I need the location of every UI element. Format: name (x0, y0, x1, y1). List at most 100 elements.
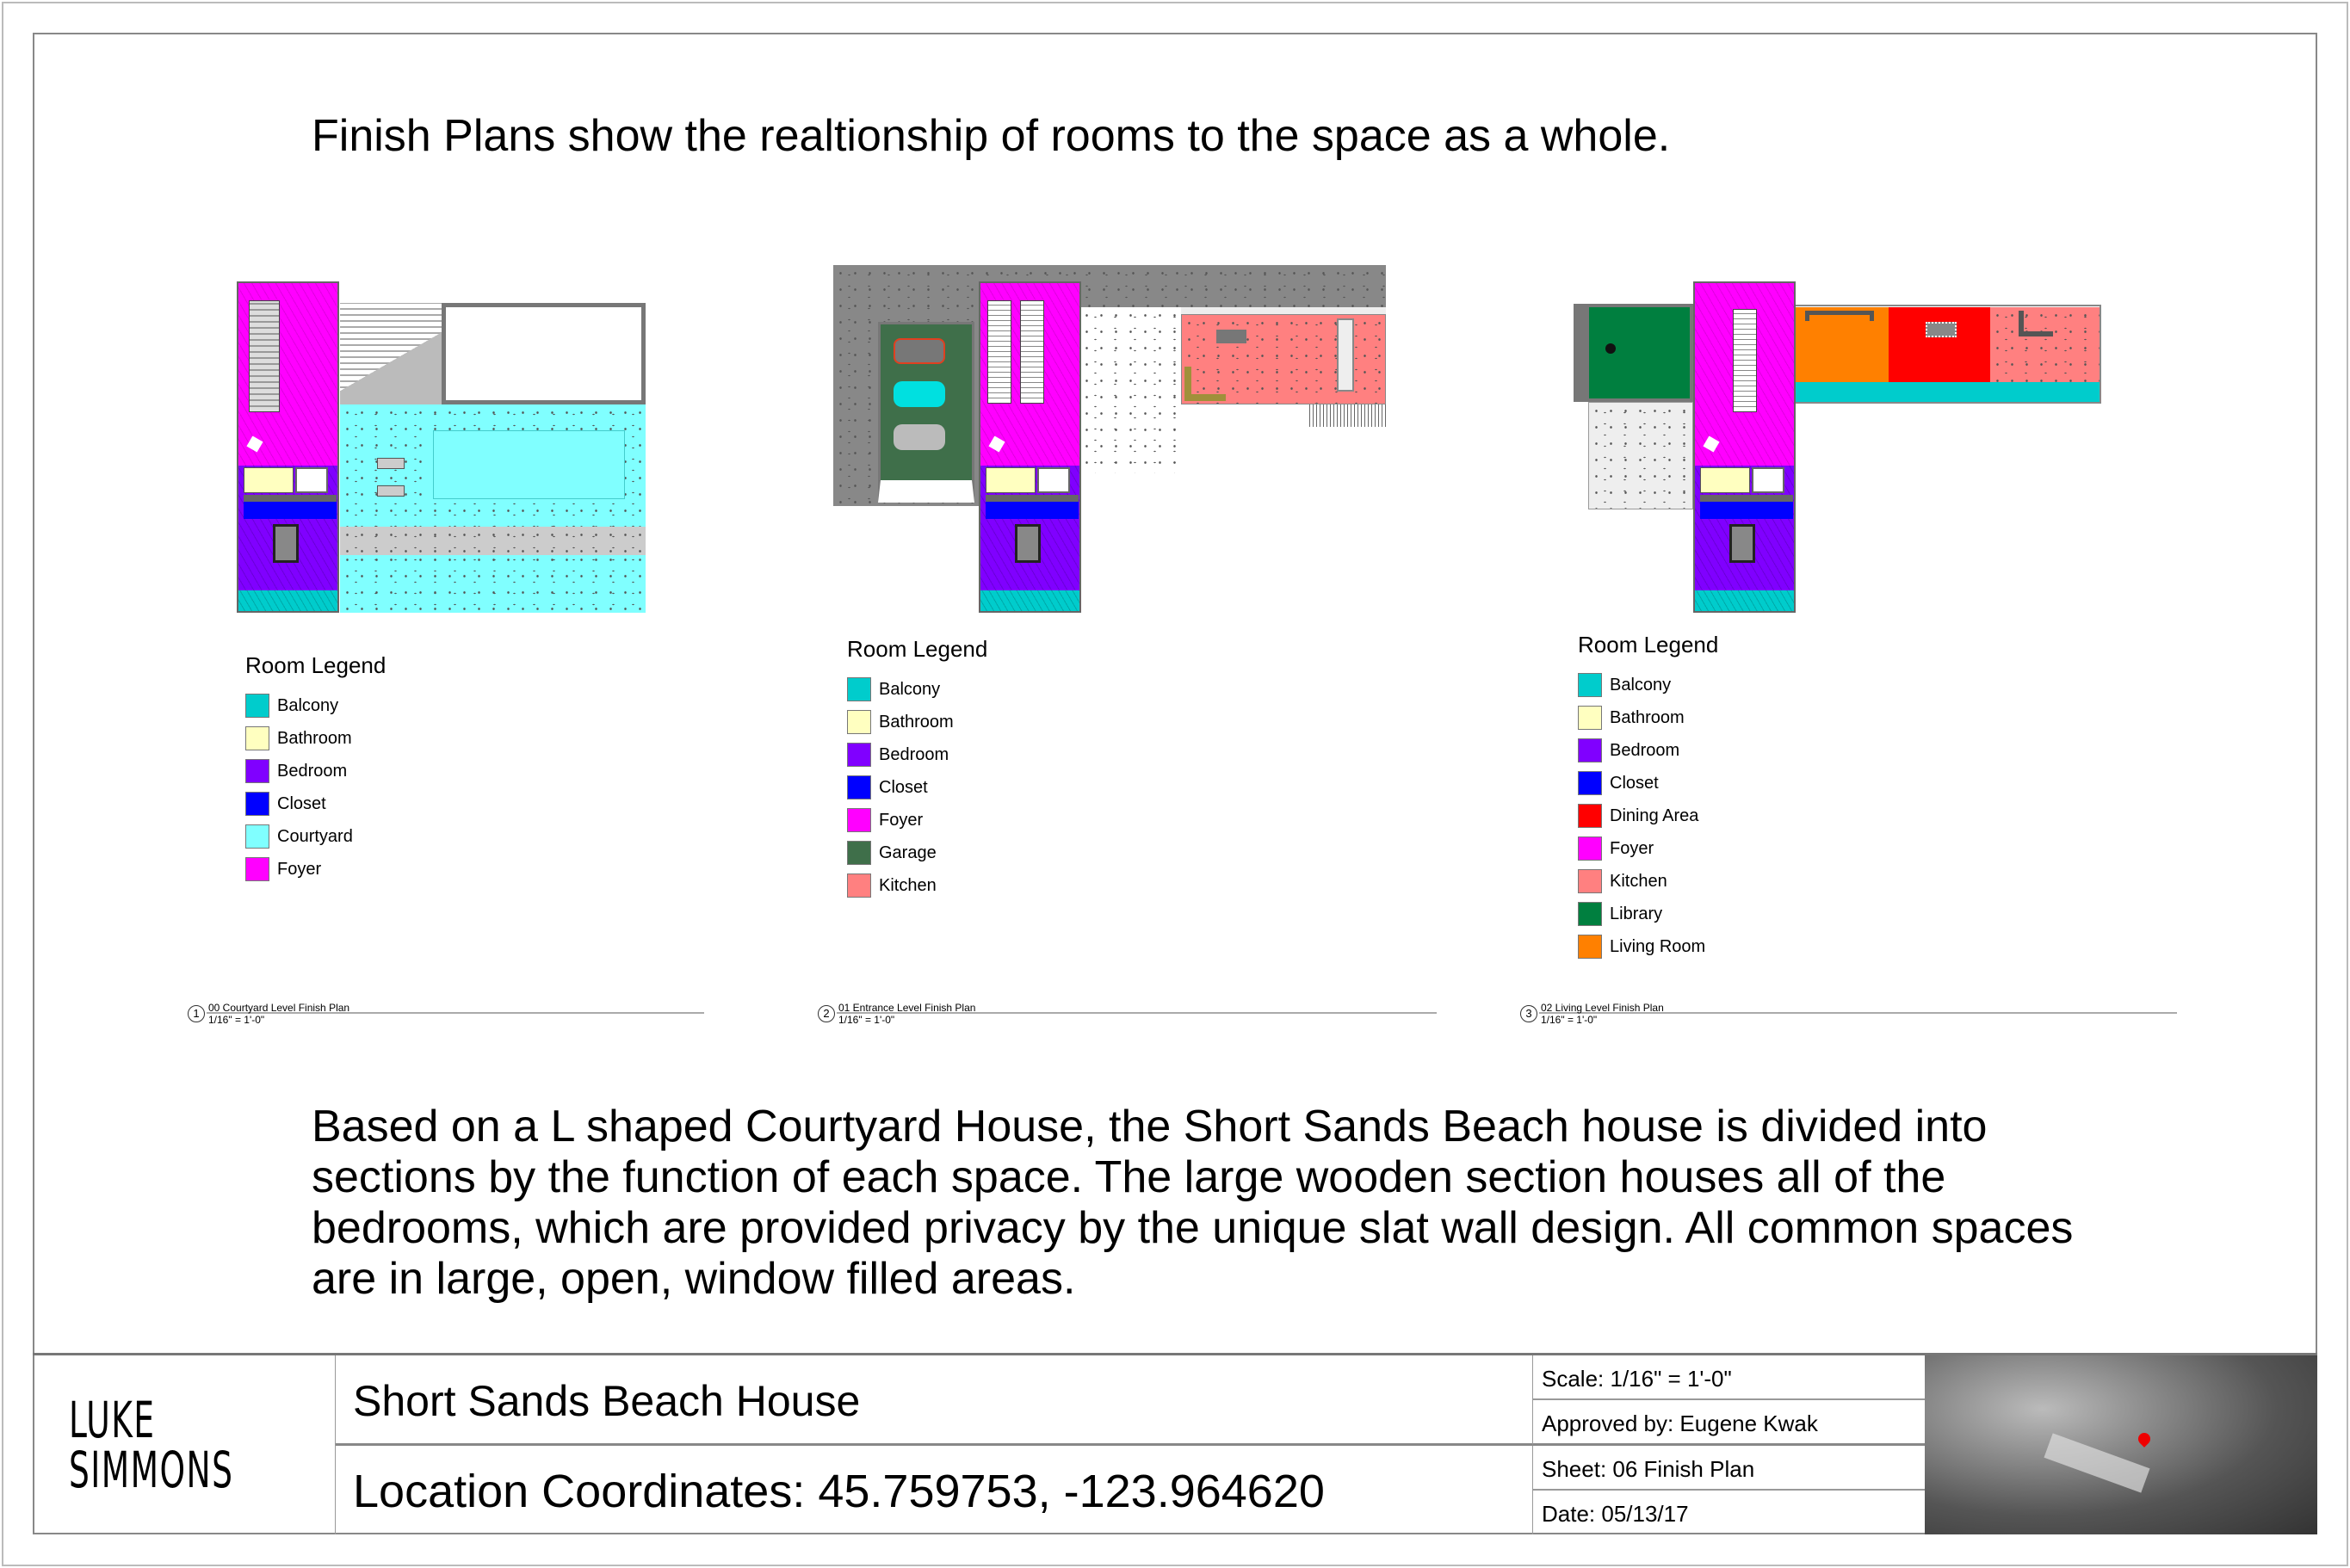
legend-label: Balcony (1610, 675, 1672, 694)
view-name: 02 Living Level Finish Plan (1541, 1002, 1664, 1014)
bedroom-wing (237, 281, 339, 613)
view-name: 00 Courtyard Level Finish Plan (208, 1002, 350, 1014)
legend-item: Closet (1578, 771, 1659, 795)
aerial-site-photo (1925, 1355, 2317, 1534)
view-number: 3 (1520, 1005, 1537, 1022)
color-swatch (245, 857, 269, 881)
approved-by: Approved by: Eugene Kwak (1542, 1411, 1818, 1436)
color-swatch (1578, 836, 1602, 861)
legend-label: Library (1610, 904, 1663, 923)
date-info: Date: 05/13/17 (1542, 1501, 1689, 1527)
logo: LUKE SIMMONS (69, 1395, 233, 1495)
dining-area (1889, 307, 1990, 382)
legend-label: Bathroom (879, 712, 954, 732)
legend-label: Garage (879, 843, 937, 862)
legend-item: Bathroom (847, 710, 954, 734)
title-block: LUKE SIMMONS Short Sands Beach House Loc… (33, 1353, 2317, 1534)
color-swatch (1578, 771, 1602, 795)
living-level-plan (1571, 281, 2101, 613)
view-scale: 1/16" = 1'-0" (838, 1014, 895, 1026)
room-legend-1: Room Legend Balcony Bathroom Bedroom Closet… (245, 652, 387, 881)
color-swatch (1578, 902, 1602, 926)
logo-line-2: SIMMONS (69, 1441, 234, 1499)
legend-label: Balcony (277, 695, 339, 715)
color-swatch (1578, 706, 1602, 730)
entrance-level-plan (833, 265, 1386, 613)
legend-item: Balcony (1578, 673, 1671, 697)
pool (433, 430, 625, 499)
color-swatch (245, 824, 269, 849)
color-swatch (847, 775, 871, 799)
legend-item: Closet (847, 775, 928, 799)
color-swatch (847, 841, 871, 865)
view-number: 2 (818, 1005, 835, 1022)
legend-item: Closet (245, 792, 326, 816)
legend-label: Bathroom (277, 728, 352, 748)
legend-title: Room Legend (847, 636, 988, 662)
legend-item: Kitchen (847, 874, 937, 898)
legend-item: Bathroom (245, 726, 352, 750)
legend-title: Room Legend (245, 652, 387, 678)
legend-label: Balcony (879, 679, 941, 699)
legend-item: Courtyard (245, 824, 353, 849)
legend-item: Living Room (1578, 935, 1705, 959)
color-swatch (847, 743, 871, 767)
legend-label: Bedroom (1610, 740, 1680, 760)
legend-label: Closet (277, 793, 326, 813)
legend-item: Balcony (847, 677, 940, 701)
color-swatch (245, 726, 269, 750)
color-swatch (847, 677, 871, 701)
legend-label: Closet (879, 777, 928, 797)
legend-label: Foyer (277, 859, 322, 879)
color-swatch (847, 808, 871, 832)
legend-item: Dining Area (1578, 804, 1698, 828)
color-swatch (1578, 738, 1602, 762)
legend-item: Bedroom (1578, 738, 1679, 762)
legend-label: Kitchen (879, 875, 937, 895)
legend-label: Courtyard (277, 826, 353, 846)
balcony (1794, 382, 2100, 402)
legend-item: Bedroom (245, 759, 347, 783)
legend-item: Library (1578, 902, 1662, 926)
color-swatch (847, 710, 871, 734)
legend-label: Bedroom (879, 744, 949, 764)
bedroom-wing (979, 281, 1081, 613)
color-swatch (245, 694, 269, 718)
view-name: 01 Entrance Level Finish Plan (838, 1002, 976, 1014)
view-scale: 1/16" = 1'-0" (1541, 1014, 1598, 1026)
room-legend-2: Room Legend Balcony Bathroom Bedroom Closet… (847, 636, 988, 898)
color-swatch (245, 759, 269, 783)
scale-info: Scale: 1/16" = 1'-0" (1542, 1366, 1732, 1392)
color-swatch (847, 874, 871, 898)
sheet-info: Sheet: 06 Finish Plan (1542, 1456, 1755, 1482)
legend-item: Balcony (245, 694, 338, 718)
legend-item: Garage (847, 841, 937, 865)
view-number: 1 (188, 1005, 205, 1022)
legend-item: Foyer (1578, 836, 1654, 861)
legend-item: Kitchen (1578, 869, 1667, 893)
legend-label: Bathroom (1610, 707, 1685, 727)
courtyard-level-plan (237, 281, 646, 613)
legend-item: Bathroom (1578, 706, 1685, 730)
project-name: Short Sands Beach House (353, 1377, 861, 1425)
legend-label: Living Room (1610, 936, 1706, 956)
legend-label: Closet (1610, 773, 1659, 793)
logo-line-1: LUKE (69, 1391, 156, 1449)
legend-label: Dining Area (1610, 806, 1699, 825)
description-paragraph: Based on a L shaped Courtyard House, the… (312, 1102, 2074, 1304)
legend-label: Foyer (879, 810, 924, 830)
color-swatch (1578, 673, 1602, 697)
legend-item: Bedroom (847, 743, 949, 767)
bedroom-wing (1693, 281, 1796, 613)
legend-title: Room Legend (1578, 632, 1719, 657)
sheet-frame (33, 33, 2317, 1534)
legend-label: Foyer (1610, 838, 1654, 858)
color-swatch (245, 792, 269, 816)
legend-item: Foyer (245, 857, 321, 881)
color-swatch (1578, 869, 1602, 893)
color-swatch (1578, 804, 1602, 828)
view-scale: 1/16" = 1'-0" (208, 1014, 265, 1026)
room-legend-3: Room Legend Balcony Bathroom Bedroom Closet… (1578, 632, 1719, 959)
legend-label: Bedroom (277, 761, 348, 781)
legend-label: Kitchen (1610, 871, 1667, 891)
